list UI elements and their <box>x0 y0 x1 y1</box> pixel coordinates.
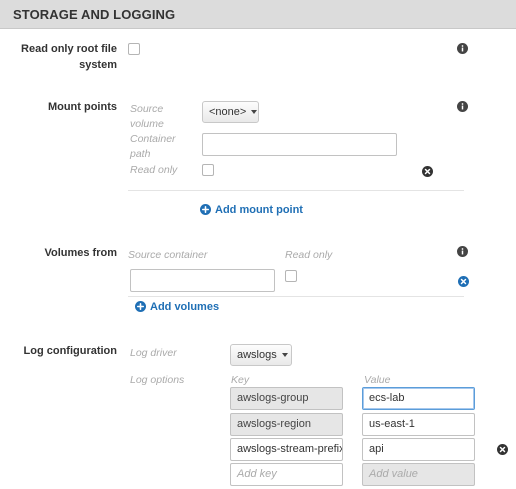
log-option-value-input[interactable]: ecs-lab <box>362 387 475 410</box>
source-volume-label-line1: Source <box>130 103 164 115</box>
mount-read-only-checkbox[interactable] <box>202 164 214 176</box>
log-option-key-input[interactable]: awslogs-stream-prefix <box>230 438 343 461</box>
add-value-input[interactable]: Add value <box>362 463 475 486</box>
remove-icon[interactable] <box>458 276 469 287</box>
log-driver-value: awslogs <box>237 349 277 361</box>
container-path-label-line1: Container <box>130 133 176 145</box>
volumes-read-only-header: Read only <box>285 249 333 261</box>
info-icon[interactable] <box>457 43 468 54</box>
mount-points-label: Mount points <box>47 101 117 113</box>
add-circle-icon[interactable] <box>135 301 146 312</box>
value-header: Value <box>364 374 391 386</box>
log-option-key: awslogs-group <box>230 387 343 410</box>
volumes-from-label: Volumes from <box>44 247 117 259</box>
key-header: Key <box>231 374 250 386</box>
source-container-header: Source container <box>128 249 208 261</box>
remove-icon[interactable] <box>497 444 508 455</box>
log-driver-label: Log driver <box>130 347 177 359</box>
chevron-down-icon <box>251 110 258 115</box>
readonly-root-checkbox[interactable] <box>128 43 140 55</box>
volumes-read-only-checkbox[interactable] <box>285 270 297 282</box>
container-path-label-line2: path <box>130 148 151 160</box>
container-path-input[interactable] <box>202 133 397 156</box>
readonly-root-label-line1: Read only root file <box>21 43 117 55</box>
add-key-input[interactable]: Add key <box>230 463 343 486</box>
info-icon[interactable] <box>457 101 468 112</box>
log-options-label: Log options <box>130 374 185 386</box>
source-container-input[interactable] <box>130 269 275 292</box>
info-icon[interactable] <box>457 246 468 257</box>
log-option-value-input[interactable]: api <box>362 438 475 461</box>
log-driver-dropdown[interactable]: awslogs <box>230 344 292 366</box>
source-volume-label-line2: volume <box>130 118 164 130</box>
mount-read-only-label: Read only <box>130 164 178 176</box>
source-volume-dropdown[interactable]: <none> <box>202 101 259 123</box>
readonly-root-label-line2: system <box>79 59 117 71</box>
log-option-key: awslogs-region <box>230 413 343 436</box>
volumes-from-divider <box>128 296 464 297</box>
chevron-down-icon <box>281 353 288 358</box>
add-volumes-link[interactable]: Add volumes <box>150 300 219 314</box>
add-mount-point-link[interactable]: Add mount point <box>215 203 303 217</box>
log-configuration-label: Log configuration <box>23 345 117 357</box>
log-option-value-input[interactable]: us-east-1 <box>362 413 475 436</box>
section-title: STORAGE AND LOGGING <box>13 7 176 22</box>
mount-points-divider <box>128 190 464 191</box>
remove-icon[interactable] <box>422 166 433 177</box>
add-circle-icon[interactable] <box>200 204 211 215</box>
source-volume-value: <none> <box>209 106 247 118</box>
